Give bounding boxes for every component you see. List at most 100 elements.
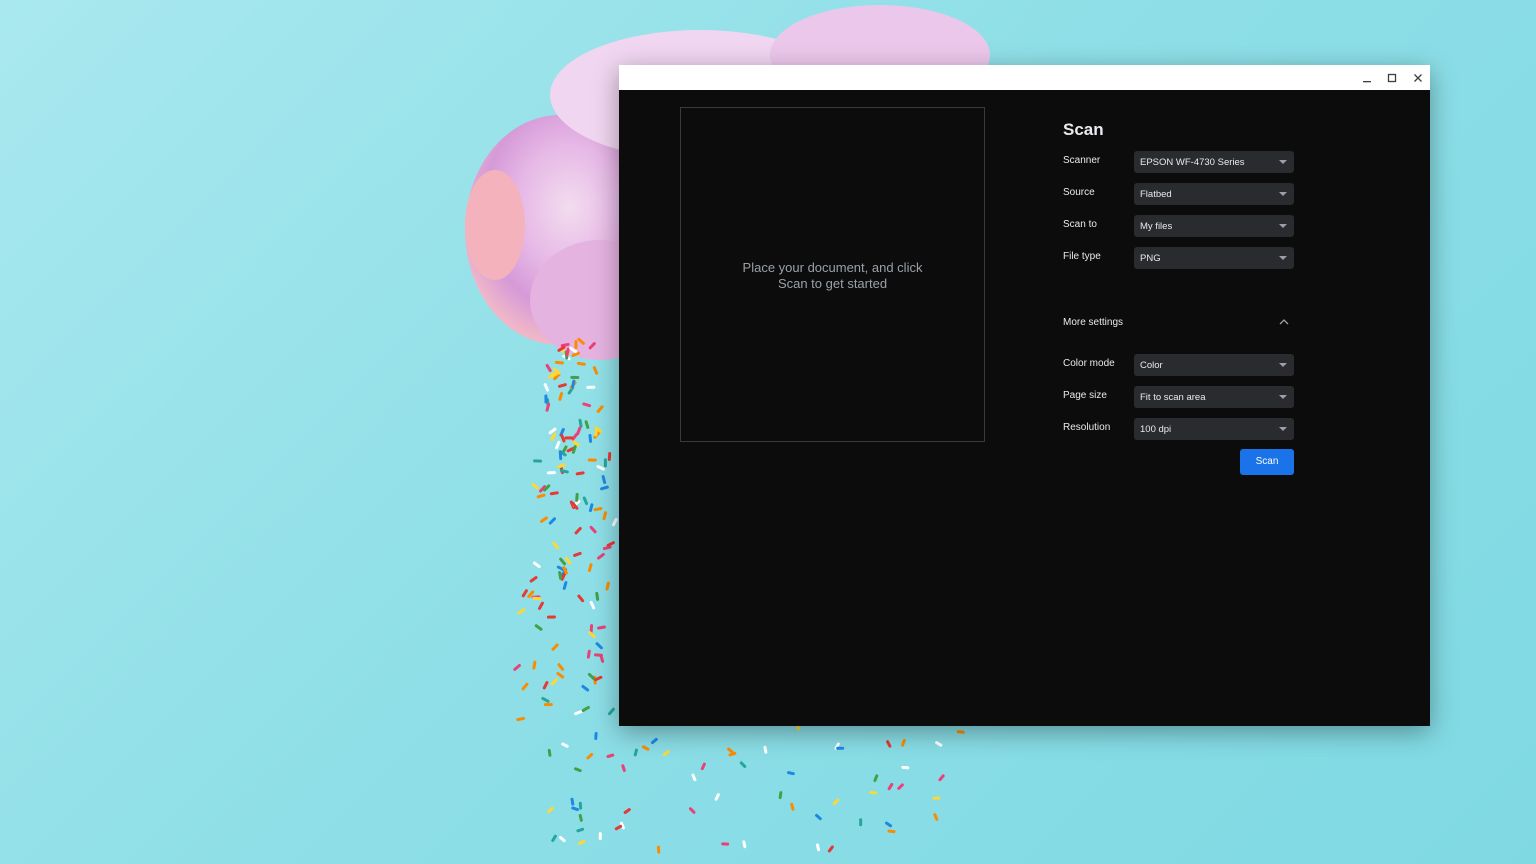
dropdown-arrow-icon: [1279, 256, 1287, 260]
sprinkle: [536, 493, 546, 499]
sprinkle: [537, 601, 544, 610]
sprinkle: [529, 576, 538, 583]
sprinkle: [574, 767, 582, 773]
resolution-row: Resolution 100 dpi: [1063, 418, 1295, 440]
sprinkle: [570, 375, 580, 379]
sprinkle: [513, 664, 521, 671]
sprinkle: [594, 732, 598, 740]
file-type-label: File type: [1063, 251, 1101, 262]
more-settings-label: More settings: [1063, 317, 1124, 328]
sprinkle: [935, 741, 943, 747]
sprinkle: [531, 482, 540, 490]
sprinkle: [549, 491, 559, 496]
sprinkle: [574, 710, 583, 716]
sprinkle: [562, 581, 568, 590]
title-bar: [619, 65, 1430, 90]
sprinkle: [836, 746, 845, 750]
scan-to-label: Scan to: [1063, 219, 1097, 230]
sprinkle: [539, 516, 548, 523]
scan-button[interactable]: Scan: [1240, 449, 1294, 475]
sprinkle: [901, 738, 906, 747]
resolution-value: 100 dpi: [1140, 424, 1172, 435]
sprinkle: [534, 624, 543, 631]
file-type-value: PNG: [1140, 253, 1161, 264]
sprinkle: [721, 842, 730, 846]
scan-to-row: Scan to My files: [1063, 215, 1295, 237]
more-settings-toggle[interactable]: More settings: [1063, 313, 1295, 333]
sprinkle: [932, 796, 941, 800]
sprinkle: [587, 458, 597, 462]
sprinkle: [606, 753, 615, 759]
sprinkle: [742, 840, 747, 849]
close-button[interactable]: [1405, 65, 1430, 90]
sprinkle: [887, 782, 894, 791]
dropdown-arrow-icon: [1279, 427, 1287, 431]
source-row: Source Flatbed: [1063, 183, 1295, 205]
page-size-row: Page size Fit to scan area: [1063, 386, 1295, 408]
sprinkle: [521, 682, 529, 691]
sprinkle: [548, 517, 557, 525]
page-size-select[interactable]: Fit to scan area: [1134, 386, 1294, 408]
sprinkle: [602, 511, 608, 521]
sprinkle: [933, 813, 939, 821]
sprinkle: [570, 797, 575, 806]
sprinkle: [739, 761, 747, 768]
sprinkle: [584, 420, 590, 429]
sprinkle: [582, 496, 589, 506]
sprinkle: [595, 642, 603, 650]
dropdown-arrow-icon: [1279, 160, 1287, 164]
sprinkle: [596, 405, 604, 413]
page-title: Scan: [1063, 120, 1104, 139]
sprinkle: [533, 459, 543, 463]
sprinkle: [581, 684, 590, 692]
resolution-select[interactable]: 100 dpi: [1134, 418, 1294, 440]
sprinkle: [597, 552, 605, 560]
preview-message-line1: Place your document, and click: [742, 260, 923, 275]
sprinkle: [887, 829, 896, 834]
scan-to-select[interactable]: My files: [1134, 215, 1294, 237]
sprinkle: [576, 827, 585, 833]
sprinkle: [714, 793, 720, 801]
sprinkle: [516, 716, 526, 722]
sprinkle: [586, 753, 594, 760]
chevron-up-icon: [1279, 319, 1289, 325]
sprinkle: [561, 742, 569, 748]
color-mode-select[interactable]: Color: [1134, 354, 1294, 376]
scanner-row: Scanner EPSON WF-4730 Series: [1063, 151, 1295, 173]
source-select[interactable]: Flatbed: [1134, 183, 1294, 205]
sprinkle: [571, 806, 579, 812]
source-label: Source: [1063, 187, 1095, 198]
color-mode-row: Color mode Color: [1063, 354, 1295, 376]
sprinkle: [557, 663, 565, 671]
maximize-button[interactable]: [1379, 65, 1404, 90]
sprinkle: [555, 440, 561, 450]
file-type-select[interactable]: PNG: [1134, 247, 1294, 269]
resolution-label: Resolution: [1063, 422, 1111, 433]
sprinkle: [662, 750, 670, 757]
sprinkle: [586, 649, 591, 659]
sprinkle: [650, 737, 658, 745]
sprinkle: [578, 801, 583, 810]
scan-preview-area: Place your document, and click Scan to g…: [680, 107, 985, 442]
sprinkle: [956, 730, 965, 734]
preview-message-line2: Scan to get started: [777, 276, 888, 291]
sprinkle: [558, 835, 566, 843]
sprinkle: [832, 798, 840, 806]
sprinkle: [790, 802, 795, 811]
sprinkle: [575, 492, 579, 502]
sprinkle: [623, 808, 631, 814]
scan-to-value: My files: [1140, 221, 1173, 232]
minimize-button[interactable]: [1354, 65, 1379, 90]
minimize-icon: [1362, 80, 1371, 82]
sprinkle: [558, 392, 564, 401]
sprinkle: [558, 383, 567, 388]
sprinkle: [827, 845, 834, 853]
sprinkle: [554, 360, 564, 365]
scanner-label: Scanner: [1063, 155, 1101, 166]
sprinkle: [603, 458, 607, 468]
dropdown-arrow-icon: [1279, 192, 1287, 196]
scanner-select[interactable]: EPSON WF-4730 Series: [1134, 151, 1294, 173]
sprinkle: [598, 832, 602, 841]
maximize-icon: [1387, 73, 1396, 82]
sprinkle: [543, 702, 553, 707]
